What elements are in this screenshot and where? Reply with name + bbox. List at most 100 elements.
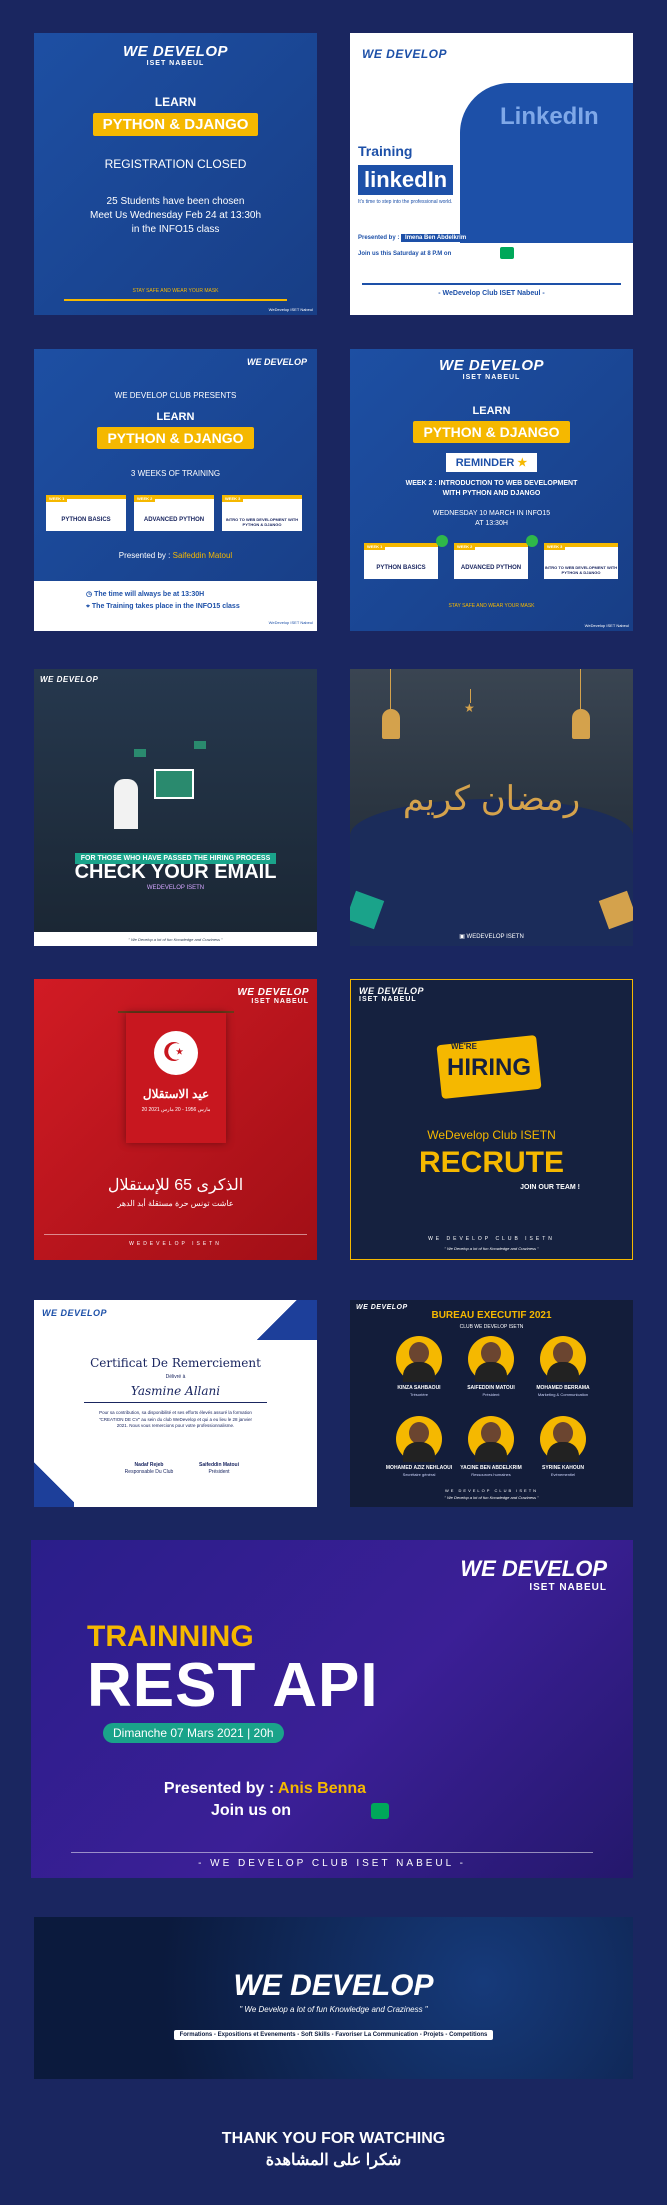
presents-text: WE DEVELOP CLUB PRESENTS <box>114 391 237 400</box>
avatar <box>468 1336 514 1382</box>
title-badge: PYTHON & DJANGO <box>413 421 570 443</box>
features-strip: Formations - Expositions et Evenements -… <box>173 2030 494 2040</box>
footer-text: WE DEVELOP CLUB ISETN <box>428 1236 555 1242</box>
join-text: JOIN OUR TEAM ! <box>520 1184 580 1191</box>
logo: WE DEVELOP <box>362 47 448 61</box>
hiring-text: HIRING <box>447 1054 531 1081</box>
join-text: Join us on <box>211 1802 291 1819</box>
card-python-django-reminder: WE DEVELOP ISET NABEUL LEARN PYTHON & DJA… <box>350 349 633 631</box>
module-card: WEEK 2 ADVANCED PYTHON <box>134 495 214 531</box>
member-role: Marketing & Communication <box>537 1392 589 1397</box>
footer-text: WEDEVELOP ISETN <box>129 1241 222 1247</box>
divider <box>71 1852 593 1853</box>
envelope-icon <box>134 749 146 757</box>
presented-row: Presented by : Anis Benna <box>163 1780 367 1797</box>
footer-tagline: " We Develop a lot of fun Knowledge and … <box>444 1246 539 1251</box>
divider <box>64 299 287 301</box>
arch-shape <box>350 799 633 946</box>
member-name: MOHAMED BERRAMA <box>536 1385 590 1391</box>
footer-text: STAY SAFE AND WEAR YOUR MASK <box>448 603 535 609</box>
training-label: Training <box>358 143 413 159</box>
logo: WE DEVELOP ISET NABEUL <box>122 43 228 67</box>
tagline: It's time to step into the professional … <box>358 199 453 205</box>
calligraphy-text: رمضان كريم <box>402 779 581 819</box>
member-role: Président <box>482 1392 500 1397</box>
brand-text: LinkedIn <box>500 103 599 130</box>
footer-text: " We Develop a lot of fun Knowledge and … <box>34 932 317 946</box>
title-badge: linkedIn <box>358 165 454 195</box>
module-card: WEEK 1 PYTHON BASICS <box>46 495 126 531</box>
main-text: الذكرى 65 للإستقلال <box>107 1177 244 1194</box>
bell-icon: ★ <box>517 457 528 469</box>
logo: WE DEVELOP ISET NABEUL <box>237 987 309 1005</box>
tagline: " We Develop a lot of fun Knowledge and … <box>239 2005 428 2014</box>
date-text: WEDNESDAY 10 MARCH IN INFO15 AT 13:30H <box>432 510 551 527</box>
status-text: REGISTRATION CLOSED <box>104 157 247 171</box>
thank-you-arabic: شكرا على المشاهدة <box>265 2152 402 2169</box>
sub-text: WEDEVELOP ISETN <box>146 885 205 891</box>
learn-text: LEARN <box>156 411 195 423</box>
credit-text: WeDevelop ISET Nabeul <box>268 307 313 312</box>
lantern-icon <box>382 709 400 739</box>
module-card: WEEK 2 ADVANCED PYTHON <box>454 543 528 579</box>
logo: WE DEVELOP ISET NABEUL <box>359 986 425 1003</box>
delivered-text: Délivré à <box>165 1374 186 1380</box>
member-name: KINZA SAHBAOUI <box>397 1385 441 1391</box>
chip-row: Formations - Expositions et Evenements -… <box>34 2023 633 2041</box>
avatar <box>540 1416 586 1462</box>
learn-text: LEARN <box>472 405 511 417</box>
recrute-text: RECRUTE <box>418 1146 564 1179</box>
divider <box>84 1402 267 1403</box>
presented-row: Presented by : Imena Ben Abdelkrim <box>358 234 471 242</box>
certificate-body: Pour sa contribution, sa disponibilité e… <box>98 1410 253 1428</box>
footer-tagline: " We Develop a lot of fun Knowledge and … <box>444 1495 539 1500</box>
person-illustration <box>114 779 138 829</box>
member-role: Ressources humaines <box>471 1472 511 1477</box>
member-name: SYRINE KAHOUN <box>542 1465 584 1471</box>
footer-text: - WE DEVELOP CLUB ISET NABEUL - <box>198 1858 466 1869</box>
member-name: YACINE BEN ABDELKRIM <box>460 1465 522 1471</box>
title-text: CHECK YOUR EMAIL <box>74 861 277 883</box>
card-hiring: WE DEVELOP ISET NABEUL WE'RE HIRING WeDev… <box>350 979 633 1260</box>
footer-text: WE DEVELOP CLUB ISETN <box>444 1488 539 1493</box>
star-icon: ★ <box>464 701 475 715</box>
crescent-icon: ☪ <box>162 1037 186 1067</box>
envelope-icon <box>154 769 194 799</box>
member-name: MOHAMED AZIZ NEHLAOUI <box>385 1465 453 1471</box>
signature-1: Nadaf Rejeb Responsable Du Club <box>124 1462 174 1475</box>
certificate-title: Certificat De Remerciement <box>90 1356 261 1370</box>
card-club-banner: WE DEVELOP " We Develop a lot of fun Kno… <box>34 1917 633 2079</box>
logo: WE DEVELOP <box>246 357 307 367</box>
divider <box>44 1234 307 1235</box>
meet-icon <box>500 247 514 259</box>
lantern-string <box>390 669 391 709</box>
module-card: WEEK 3 INTRO TO WEB DEVELOPMENT WITH PYTH… <box>222 495 302 531</box>
card-python-django-program: WE DEVELOP WE DEVELOP CLUB PRESENTS LEAR… <box>34 349 317 631</box>
weeks-text: 3 WEEKS OF TRAINING <box>130 469 221 478</box>
member-role: Evénementiel <box>550 1472 576 1477</box>
footer-text: - WeDevelop Club ISET Nabeul - <box>362 283 621 305</box>
club-text: WeDevelop Club ISETN <box>427 1128 556 1142</box>
card-check-email: WE DEVELOP FOR THOSE WHO HAVE PASSED THE… <box>34 669 317 946</box>
module-card: WEEK 1 PYTHON BASICS <box>364 543 438 579</box>
avatar <box>540 1336 586 1382</box>
logo: WE DEVELOP <box>42 1308 108 1318</box>
sub-text: عاشت تونس حرة مستقلة أبد الدهر <box>117 1199 234 1208</box>
member-role: Secrétaire général <box>402 1472 436 1477</box>
card-independence-day: WE DEVELOP ISET NABEUL ☪ عيد الاستقلال 20… <box>34 979 317 1260</box>
logo: WE DEVELOP ISET NABEUL <box>460 1556 607 1593</box>
lantern-string <box>580 669 581 709</box>
card-certificate: WE DEVELOP Certificat De Remerciement Dé… <box>34 1300 317 1507</box>
module-card: WEEK 3 INTRO TO WEB DEVELOPMENT WITH PYTH… <box>544 543 618 579</box>
presented-row: Presented by : Saifeddin Matoul <box>118 551 233 560</box>
sub-text: CLUB WE DEVELOP ISETN <box>459 1324 524 1330</box>
corner-decor <box>257 1300 317 1340</box>
banner-title: عيد الاستقلال <box>142 1087 210 1101</box>
card-linkedin-training: WE DEVELOP LinkedIn Training linkedIn It… <box>350 33 633 315</box>
were-text: WE'RE <box>451 1042 477 1051</box>
info-panel: ◷ The time will always be at 13:30H ⌖ The… <box>34 581 317 631</box>
trainning-text: TRAINNING <box>87 1620 254 1653</box>
footer-text: ▣ WEDEVELOP ISETN <box>459 934 524 940</box>
recipient-name: Yasmine Allani <box>130 1384 221 1398</box>
check-icon <box>526 535 538 547</box>
